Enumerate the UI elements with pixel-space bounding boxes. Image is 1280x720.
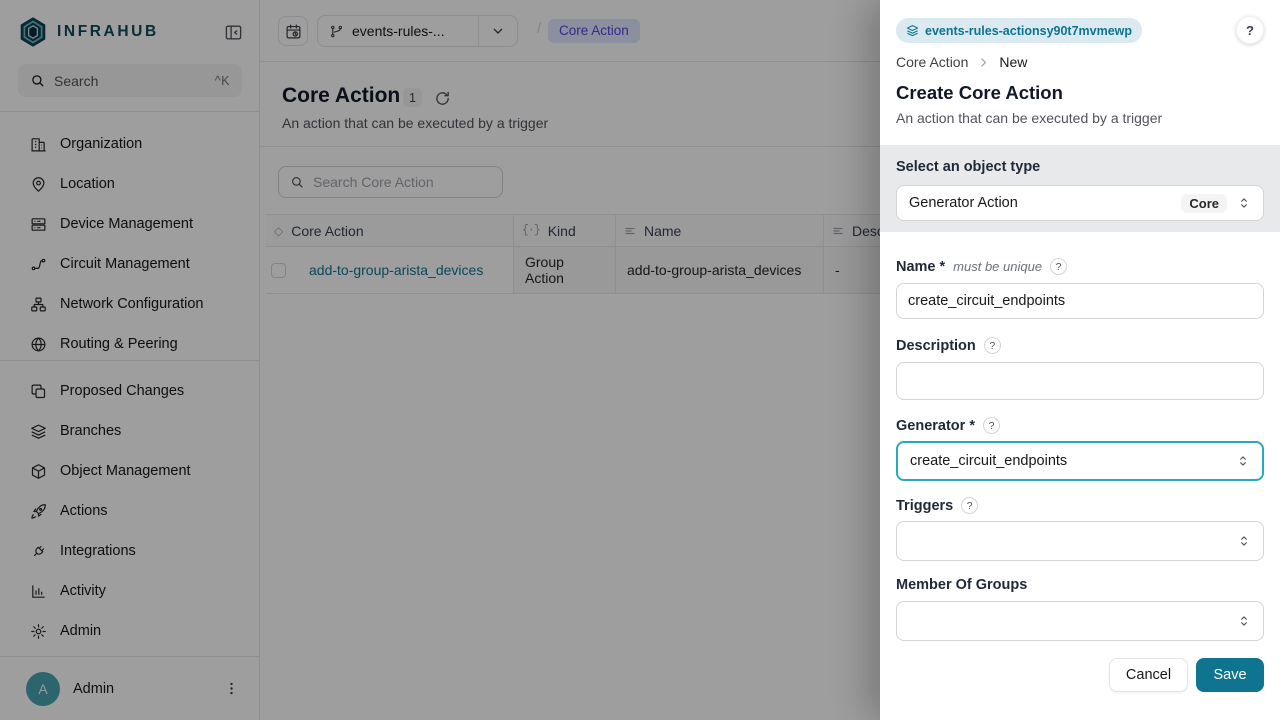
name-input[interactable]: create_circuit_endpoints: [896, 283, 1264, 319]
triggers-label: Triggers: [896, 498, 953, 514]
chevron-up-down-icon: [1237, 534, 1251, 548]
drawer-title: Create Core Action: [896, 82, 1063, 104]
help-icon[interactable]: ?: [961, 497, 978, 514]
cancel-button[interactable]: Cancel: [1109, 658, 1188, 692]
chevron-up-down-icon: [1236, 454, 1250, 468]
generator-select[interactable]: create_circuit_endpoints: [896, 441, 1264, 481]
name-label-row: Name * must be unique ?: [896, 258, 1067, 275]
member-of-groups-label: Member Of Groups: [896, 577, 1027, 593]
name-hint: must be unique: [953, 259, 1042, 274]
help-icon[interactable]: ?: [983, 417, 1000, 434]
triggers-label-row: Triggers ?: [896, 497, 978, 514]
drawer-subtitle: An action that can be executed by a trig…: [896, 110, 1162, 126]
chevron-right-icon: [977, 56, 990, 69]
create-core-action-drawer: events-rules-actionsy90t7mvmewp ? Core A…: [880, 0, 1280, 720]
generator-label: Generator *: [896, 418, 975, 434]
triggers-select[interactable]: [896, 521, 1264, 561]
breadcrumb-current: New: [999, 54, 1027, 70]
help-button[interactable]: ?: [1236, 16, 1264, 44]
description-label-row: Description ?: [896, 337, 1001, 354]
chevron-up-down-icon: [1237, 614, 1251, 628]
member-of-groups-label-row: Member Of Groups: [896, 577, 1027, 593]
branch-badge: events-rules-actionsy90t7mvmewp: [896, 18, 1142, 43]
generator-value: create_circuit_endpoints: [910, 453, 1067, 469]
name-label: Name *: [896, 259, 945, 275]
generator-label-row: Generator * ?: [896, 417, 1000, 434]
object-type-label: Select an object type: [896, 159, 1040, 175]
help-icon[interactable]: ?: [984, 337, 1001, 354]
core-namespace-badge: Core: [1181, 194, 1227, 213]
object-type-select[interactable]: Generator Action Core: [896, 185, 1264, 221]
drawer-breadcrumb: Core Action New: [896, 54, 1027, 70]
name-value: create_circuit_endpoints: [908, 293, 1065, 309]
breadcrumb-parent[interactable]: Core Action: [896, 54, 968, 70]
description-input[interactable]: [896, 362, 1264, 400]
object-type-value: Generator Action: [909, 195, 1018, 211]
modal-overlay[interactable]: [0, 0, 880, 720]
save-button[interactable]: Save: [1196, 658, 1264, 692]
help-icon[interactable]: ?: [1050, 258, 1067, 275]
member-of-groups-select[interactable]: [896, 601, 1264, 641]
description-label: Description: [896, 338, 976, 354]
object-type-section: Select an object type Generator Action C…: [880, 145, 1280, 232]
layers-icon: [906, 24, 919, 37]
chevron-up-down-icon: [1237, 196, 1251, 210]
branch-badge-label: events-rules-actionsy90t7mvmewp: [925, 24, 1132, 38]
